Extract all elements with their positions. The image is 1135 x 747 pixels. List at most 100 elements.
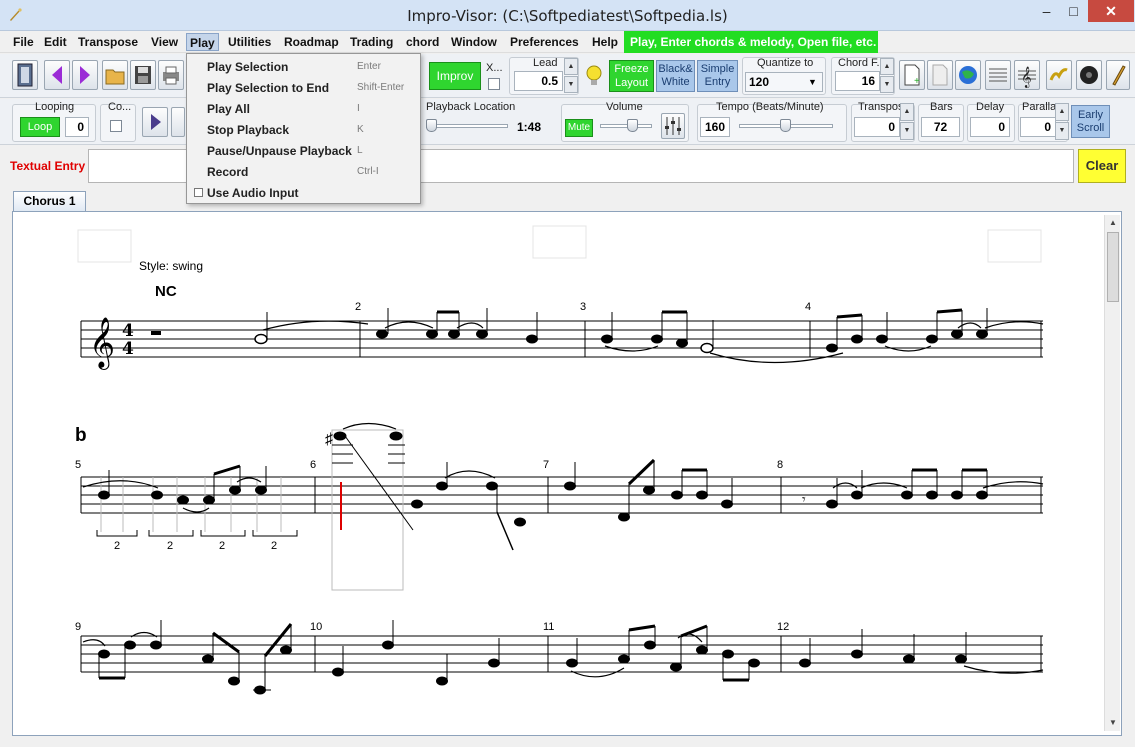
transpose-up[interactable]: ▲: [900, 103, 914, 121]
save-button[interactable]: [130, 60, 156, 90]
open-button[interactable]: [102, 60, 128, 90]
menu-item-shortcut: Enter: [357, 61, 381, 72]
x-checkbox[interactable]: [488, 78, 500, 90]
x-label: X...: [486, 62, 503, 74]
early-scroll-button[interactable]: Early Scroll: [1071, 105, 1110, 138]
menu-play[interactable]: Play: [186, 33, 219, 51]
web-button[interactable]: [955, 60, 981, 90]
menu-item-label: Pause/Unpause Playback: [207, 144, 352, 158]
mixer-button[interactable]: [661, 113, 685, 139]
parallax-up[interactable]: ▲: [1055, 103, 1069, 121]
notebook-icon: [17, 63, 33, 87]
voicing-button[interactable]: [1046, 60, 1072, 90]
volume-slider[interactable]: [627, 119, 638, 132]
chord-symbol[interactable]: NC: [155, 283, 177, 300]
scroll-up-icon[interactable]: ▲: [1105, 215, 1121, 231]
menu-item-play-selection-to-end[interactable]: Play Selection to End Shift-Enter: [187, 77, 420, 98]
menu-preferences[interactable]: Preferences: [507, 33, 582, 51]
menu-item-play-all[interactable]: Play All I: [187, 98, 420, 119]
menu-help[interactable]: Help: [589, 33, 621, 51]
svg-text:𝄞: 𝄞: [1021, 67, 1032, 88]
menu-item-record[interactable]: Record Ctrl-I: [187, 161, 420, 182]
ledger-lines: [332, 444, 405, 464]
bars-field[interactable]: 72: [921, 117, 960, 137]
menu-item-shortcut: Ctrl-I: [357, 166, 379, 177]
measure-number: 11: [543, 621, 554, 633]
chord-symbol[interactable]: b: [75, 425, 87, 446]
chord-font-up[interactable]: ▲: [880, 58, 894, 75]
minimize-button[interactable]: –: [1033, 0, 1060, 22]
close-button[interactable]: ✕: [1088, 0, 1134, 22]
playback-location-label: Playback Location: [426, 101, 516, 113]
pause-button[interactable]: [171, 107, 185, 137]
measure-number: 9: [75, 621, 81, 633]
tab-chorus-1[interactable]: Chorus 1: [13, 191, 86, 212]
treble-clef: 𝄞: [89, 317, 115, 370]
parallax-field[interactable]: 0: [1020, 117, 1056, 137]
count-in-checkbox[interactable]: [110, 120, 122, 132]
style-editor-button[interactable]: 𝄞: [1014, 60, 1040, 90]
lead-up[interactable]: ▲: [564, 58, 578, 75]
next-button[interactable]: [72, 60, 98, 90]
arrow-left-icon: [52, 66, 62, 84]
maximize-button[interactable]: □: [1060, 0, 1087, 22]
lead-field[interactable]: 0.5: [514, 71, 563, 91]
chord-font-field[interactable]: 16: [835, 71, 880, 91]
vertical-scrollbar[interactable]: ▲ ▼: [1104, 215, 1120, 731]
menu-utilities[interactable]: Utilities: [225, 33, 274, 51]
tempo-field[interactable]: 160: [700, 117, 730, 137]
loop-count-field[interactable]: 0: [65, 117, 89, 137]
menu-transpose[interactable]: Transpose: [75, 33, 141, 51]
menu-chord[interactable]: chord: [403, 33, 442, 51]
menu-item-shortcut: I: [357, 103, 360, 114]
menu-item-shortcut: K: [357, 124, 364, 135]
scroll-thumb[interactable]: [1107, 232, 1119, 302]
black-white-button[interactable]: Black& White: [656, 60, 695, 92]
loop-button[interactable]: Loop: [20, 117, 60, 137]
menu-edit[interactable]: Edit: [41, 33, 70, 51]
menu-view[interactable]: View: [148, 33, 181, 51]
menu-item-pause-playback[interactable]: Pause/Unpause Playback L: [187, 140, 420, 161]
mute-button[interactable]: Mute: [565, 119, 593, 137]
volume-label: Volume: [606, 101, 643, 113]
ties-system-3: [82, 631, 1044, 678]
previous-button[interactable]: [44, 60, 70, 90]
chord-font-down[interactable]: ▼: [880, 76, 894, 93]
lightbulb-icon[interactable]: [584, 64, 604, 88]
notate-button[interactable]: [12, 60, 38, 90]
clear-button[interactable]: Clear: [1078, 149, 1126, 183]
new-document-disabled-button[interactable]: [927, 60, 953, 90]
improv-button[interactable]: Improv: [429, 62, 481, 90]
play-button[interactable]: [142, 107, 168, 137]
menu-item-stop-playback[interactable]: Stop Playback K: [187, 119, 420, 140]
tempo-slider[interactable]: [780, 119, 791, 132]
score-panel[interactable]: Style: swing NC 𝄞 4 4 2 3 4 b 5 6 7 8 ♯ …: [12, 211, 1122, 736]
playback-slider[interactable]: [426, 119, 437, 132]
svg-text:+: +: [914, 76, 920, 87]
staff-button[interactable]: [985, 60, 1011, 90]
lead-down[interactable]: ▼: [564, 76, 578, 93]
half-rest: [151, 331, 161, 335]
new-leadsheet-button[interactable]: +: [899, 60, 925, 90]
menu-file[interactable]: File: [10, 33, 37, 51]
transpose-field[interactable]: 0: [854, 117, 900, 137]
simple-entry-button[interactable]: Simple Entry: [697, 60, 738, 92]
menu-item-play-selection[interactable]: Play Selection Enter: [187, 56, 420, 77]
menu-roadmap[interactable]: Roadmap: [281, 33, 342, 51]
parallax-down[interactable]: ▼: [1055, 122, 1069, 140]
pencil-icon: [1112, 65, 1126, 86]
print-button[interactable]: [158, 60, 184, 90]
scroll-down-icon[interactable]: ▼: [1105, 715, 1121, 731]
menu-trading[interactable]: Trading: [347, 33, 396, 51]
count-in-label: Co...: [108, 101, 132, 113]
audio-input-checkbox[interactable]: [194, 188, 203, 197]
new-document-icon: +: [904, 64, 920, 87]
pencil-button[interactable]: [1106, 60, 1130, 90]
menu-item-use-audio-input[interactable]: Use Audio Input: [187, 182, 420, 203]
menu-window[interactable]: Window: [448, 33, 500, 51]
delay-field[interactable]: 0: [970, 117, 1010, 137]
measure-number: 3: [580, 301, 586, 313]
midi-button[interactable]: [1076, 60, 1102, 90]
transpose-down[interactable]: ▼: [900, 122, 914, 140]
freeze-layout-button[interactable]: Freeze Layout: [609, 60, 654, 92]
